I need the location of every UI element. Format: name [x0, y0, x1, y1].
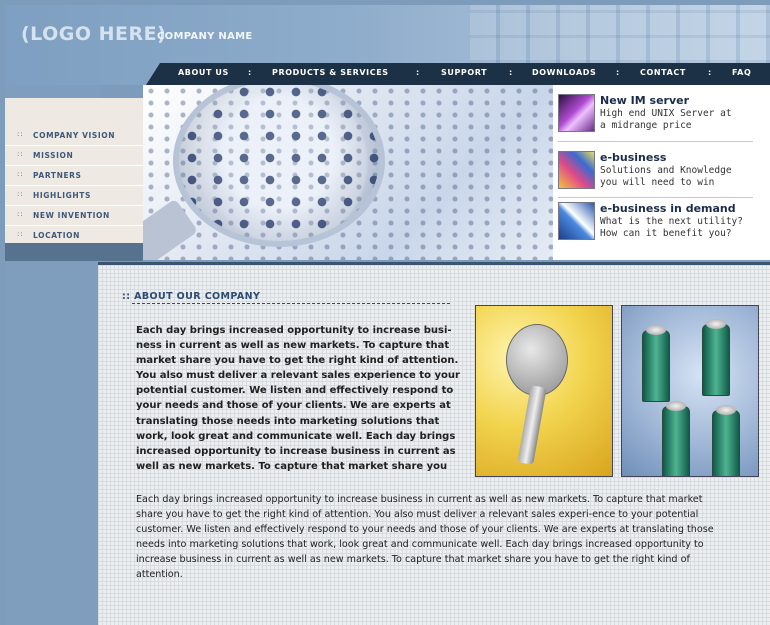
telephone-photo [475, 305, 613, 477]
battery-icon [642, 325, 670, 402]
hero-magnifier-image [143, 85, 553, 260]
nav-separator: : [509, 68, 513, 77]
phone-receiver-icon [506, 324, 568, 396]
promo-e-business-in-demand[interactable]: e-business in demand What is the next ut… [558, 202, 758, 246]
sidebar-item-new-invention[interactable]: :: NEW INVENTION [5, 207, 143, 226]
promo-e-business[interactable]: e-business Solutions and Knowledge you w… [558, 151, 758, 195]
bullet-icon: :: [17, 150, 24, 158]
top-nav: ABOUT US : PRODUCTS & SERVICES : SUPPORT… [146, 63, 770, 85]
nav-downloads[interactable]: DOWNLOADS [532, 68, 596, 77]
nav-faq[interactable]: FAQ [732, 68, 751, 77]
nav-separator: : [616, 68, 620, 77]
page: (LOGO HERE) COMPANY NAME ABOUT US : PROD… [0, 0, 770, 625]
server-thumbnail-icon[interactable] [558, 94, 595, 132]
batteries-photo [621, 305, 759, 477]
sidebar-item-company-vision[interactable]: :: COMPANY VISION [5, 127, 143, 146]
promo-divider [558, 141, 753, 142]
sidebar-item-label: COMPANY VISION [33, 131, 116, 140]
promo-description: Solutions and Knowledge you will need to… [600, 165, 732, 188]
promo-divider [558, 197, 753, 198]
main-content: :: ABOUT OUR COMPANY Each day brings inc… [98, 262, 770, 625]
sidebar-item-label: LOCATION [33, 231, 80, 240]
sidebar-footer-bar [5, 243, 143, 261]
phone-handle [517, 385, 547, 465]
bullet-icon: :: [17, 230, 24, 238]
bullet-icon: :: [17, 130, 24, 138]
bullet-icon: :: [17, 210, 24, 218]
bullet-icon: :: [17, 170, 24, 178]
sidebar-item-partners[interactable]: :: PARTNERS [5, 167, 143, 186]
promo-title[interactable]: e-business in demand [600, 202, 736, 215]
company-name: COMPANY NAME [157, 31, 253, 42]
nav-products-services[interactable]: PRODUCTS & SERVICES [272, 68, 389, 77]
sidebar-item-label: HIGHLIGHTS [33, 191, 92, 200]
ebusiness-thumbnail-icon[interactable] [558, 151, 595, 189]
promo-description: High end UNIX Server at a midrange price [600, 108, 732, 131]
nav-about-us[interactable]: ABOUT US [178, 68, 229, 77]
demand-thumbnail-icon[interactable] [558, 202, 595, 240]
promo-title[interactable]: New IM server [600, 94, 689, 107]
promo-im-server[interactable]: New IM server High end UNIX Server at a … [558, 94, 758, 138]
logo[interactable]: (LOGO HERE) [21, 23, 166, 45]
battery-icon [662, 401, 690, 476]
title-underline [132, 303, 450, 304]
sidebar-item-label: NEW INVENTION [33, 211, 110, 220]
promo-description: What is the next utility? How can it ben… [600, 216, 743, 239]
body-paragraph: Each day brings increased opportunity to… [136, 494, 714, 581]
nav-separator: : [416, 68, 420, 77]
bullet-icon: :: [17, 190, 24, 198]
nav-separator: : [248, 68, 252, 77]
nav-separator: : [708, 68, 712, 77]
battery-icon [712, 405, 740, 476]
sidebar-item-highlights[interactable]: :: HIGHLIGHTS [5, 187, 143, 206]
sidebar: :: COMPANY VISION :: MISSION :: PARTNERS ::… [5, 98, 163, 246]
nav-support[interactable]: SUPPORT [441, 68, 487, 77]
sidebar-item-label: MISSION [33, 151, 74, 160]
promo-title[interactable]: e-business [600, 151, 666, 164]
section-title: :: ABOUT OUR COMPANY [122, 291, 261, 302]
intro-paragraph: Each day brings increased opportunity to… [136, 325, 460, 472]
sidebar-item-mission[interactable]: :: MISSION [5, 147, 143, 166]
promo-panel: New IM server High end UNIX Server at a … [553, 85, 770, 260]
battery-icon [702, 319, 730, 396]
nav-contact[interactable]: CONTACT [640, 68, 686, 77]
sidebar-item-label: PARTNERS [33, 171, 82, 180]
